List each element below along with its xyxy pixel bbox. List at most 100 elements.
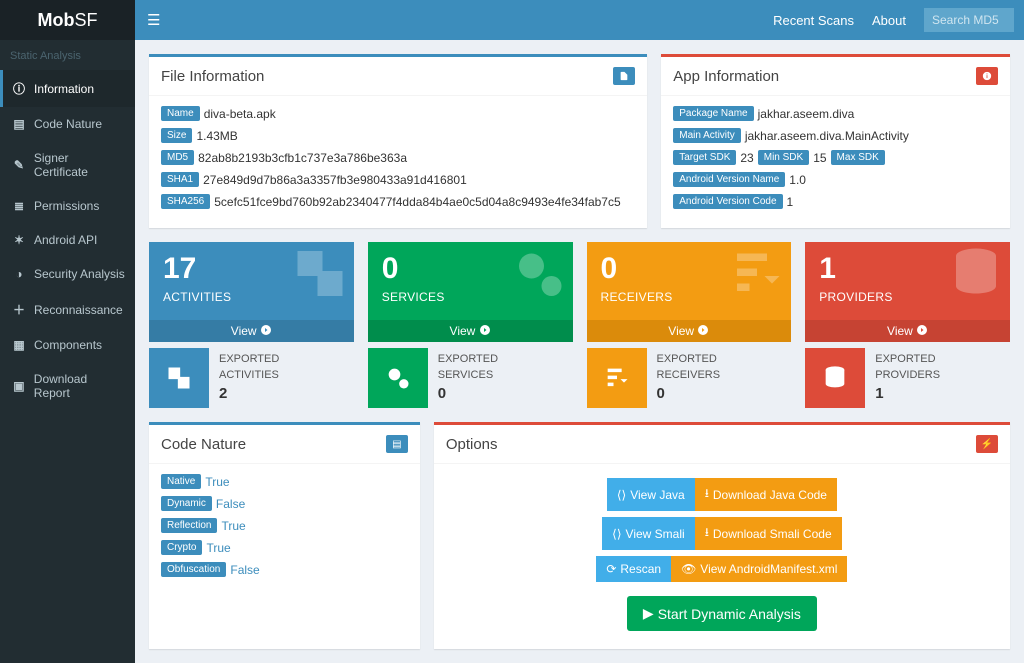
sort-down-icon — [727, 244, 787, 319]
box-title: File Information — [161, 68, 264, 85]
list-icon: ≣ — [12, 199, 26, 213]
file-information-box: File Information Namediva-beta.apk Size1… — [149, 54, 647, 228]
box-title: App Information — [673, 68, 779, 85]
box-title: Options — [446, 436, 498, 453]
app-information-box: App Information Package Name jakhar.aseem… — [661, 54, 1010, 228]
brand-bold: Mob — [38, 10, 75, 30]
plus-icon: ＋ — [12, 301, 26, 318]
view-providers-link[interactable]: View — [805, 320, 1010, 342]
bolt-icon: ⚡ — [976, 435, 998, 453]
sidebar-section-header: Static Analysis — [0, 40, 135, 70]
file-md5: 82ab8b2193b3cfb1c737e3a786be363a — [198, 151, 407, 165]
tag-reflection: Reflection — [161, 518, 217, 533]
stat-activities: 17 ACTIVITIES View EXPORTEDACTIVITIES2 — [149, 242, 354, 408]
info-icon: ⓘ — [12, 80, 26, 97]
sidebar-item-permissions[interactable]: ≣ Permissions — [0, 189, 135, 223]
tag-sha1: SHA1 — [161, 172, 199, 187]
translate-icon — [149, 348, 209, 408]
download-smali-button[interactable]: ⭳ Download Smali Code — [695, 517, 842, 550]
gears-icon — [368, 348, 428, 408]
arrow-right-icon — [479, 324, 491, 336]
sidebar: MobSF Static Analysis ⓘ Information ▤Code… — [0, 0, 135, 663]
menu-toggle-icon[interactable]: ☰ — [147, 11, 160, 29]
topbar: ☰ Recent Scans About — [135, 0, 1024, 40]
tag-target-sdk: Target SDK — [673, 150, 736, 165]
view-receivers-link[interactable]: View — [587, 320, 792, 342]
file-sha256: 5cefc51fce9bd760b92ab2340477f4dda84b4ae0… — [214, 195, 620, 209]
sidebar-item-label: Security Analysis — [34, 267, 125, 281]
view-java-button[interactable]: ⟨⟩ View Java — [607, 478, 695, 511]
exported-services-count: 0 — [438, 383, 498, 404]
tag-min-sdk: Min SDK — [758, 150, 809, 165]
box-title: Code Nature — [161, 436, 246, 453]
tag-main-activity: Main Activity — [673, 128, 741, 143]
brand-thin: SF — [74, 10, 97, 30]
code-icon: ▤ — [12, 117, 26, 131]
tag-crypto: Crypto — [161, 540, 202, 555]
tag-obfuscation: Obfuscation — [161, 562, 226, 577]
sidebar-item-label: Download Report — [34, 372, 125, 400]
file-size: 1.43MB — [196, 129, 237, 143]
search-input[interactable] — [924, 8, 1014, 32]
android-icon: ✶ — [12, 233, 26, 247]
stat-receivers: 0 RECEIVERS View EXPORTEDRECEIVERS0 — [587, 242, 792, 408]
app-target-sdk: 23 — [740, 151, 753, 165]
sidebar-item-information[interactable]: ⓘ Information — [0, 70, 135, 107]
gears-icon — [509, 244, 569, 319]
list-icon: ▤ — [386, 435, 408, 453]
code-native: True — [205, 475, 229, 489]
database-icon — [946, 244, 1006, 319]
code-nature-box: Code Nature ▤ Native True Dynamic False Re… — [149, 422, 420, 649]
stat-services: 0 SERVICES View EXPORTEDSERVICES0 — [368, 242, 573, 408]
tag-max-sdk: Max SDK — [831, 150, 885, 165]
view-activities-link[interactable]: View — [149, 320, 354, 342]
tag-package: Package Name — [673, 106, 753, 121]
doc-icon: ▣ — [12, 379, 26, 393]
stat-providers: 1 PROVIDERS View EXPORTEDPROVIDERS1 — [805, 242, 1010, 408]
exported-activities-count: 2 — [219, 383, 279, 404]
sidebar-item-label: Signer Certificate — [34, 151, 125, 179]
cert-icon: ✎ — [12, 158, 26, 172]
sidebar-item-download-report[interactable]: ▣ Download Report — [0, 362, 135, 410]
app-package: jakhar.aseem.diva — [758, 107, 855, 121]
app-version-name: 1.0 — [789, 173, 806, 187]
file-name: diva-beta.apk — [204, 107, 276, 121]
tag-version-code: Android Version Code — [673, 194, 782, 209]
tag-dynamic: Dynamic — [161, 496, 212, 511]
sidebar-item-label: Permissions — [34, 199, 99, 213]
rescan-button[interactable]: ⟳ Rescan — [596, 556, 671, 582]
sidebar-item-code-nature[interactable]: ▤Code Nature — [0, 107, 135, 141]
exported-receivers-count: 0 — [657, 383, 721, 404]
arrow-right-icon — [697, 324, 709, 336]
sidebar-item-android-api[interactable]: ✶ Android API — [0, 223, 135, 257]
brand-logo: MobSF — [0, 0, 135, 40]
sidebar-item-security-analysis[interactable]: ◑ Security Analysis — [0, 257, 135, 291]
tag-size: Size — [161, 128, 192, 143]
exported-providers-count: 1 — [875, 383, 940, 404]
sort-down-icon — [587, 348, 647, 408]
sidebar-item-components[interactable]: ▦Components — [0, 328, 135, 362]
view-smali-button[interactable]: ⟨⟩ View Smali — [602, 517, 695, 550]
nav-about[interactable]: About — [872, 13, 906, 28]
sidebar-item-reconnaissance[interactable]: ＋Reconnaissance — [0, 291, 135, 328]
code-obfuscation: False — [230, 563, 259, 577]
tag-sha256: SHA256 — [161, 194, 210, 209]
shield-icon: ◑ — [12, 267, 26, 281]
translate-icon — [290, 244, 350, 319]
sidebar-item-label: Android API — [34, 233, 97, 247]
download-java-button[interactable]: ⭳ Download Java Code — [695, 478, 837, 511]
sidebar-item-signer-certificate[interactable]: ✎ Signer Certificate — [0, 141, 135, 189]
start-dynamic-analysis-button[interactable]: ▶ Start Dynamic Analysis — [627, 596, 817, 631]
grid-icon: ▦ — [12, 338, 26, 352]
app-main-activity: jakhar.aseem.diva.MainActivity — [745, 129, 909, 143]
nav-recent-scans[interactable]: Recent Scans — [773, 13, 854, 28]
tag-native: Native — [161, 474, 201, 489]
view-manifest-button[interactable]: 👁 View AndroidManifest.xml — [671, 556, 847, 582]
file-icon — [613, 67, 635, 85]
tag-md5: MD5 — [161, 150, 194, 165]
sidebar-item-label: Information — [34, 82, 94, 96]
view-services-link[interactable]: View — [368, 320, 573, 342]
sidebar-menu: ⓘ Information ▤Code Nature ✎ Signer Certif… — [0, 70, 135, 410]
arrow-right-icon — [916, 324, 928, 336]
tag-version-name: Android Version Name — [673, 172, 785, 187]
